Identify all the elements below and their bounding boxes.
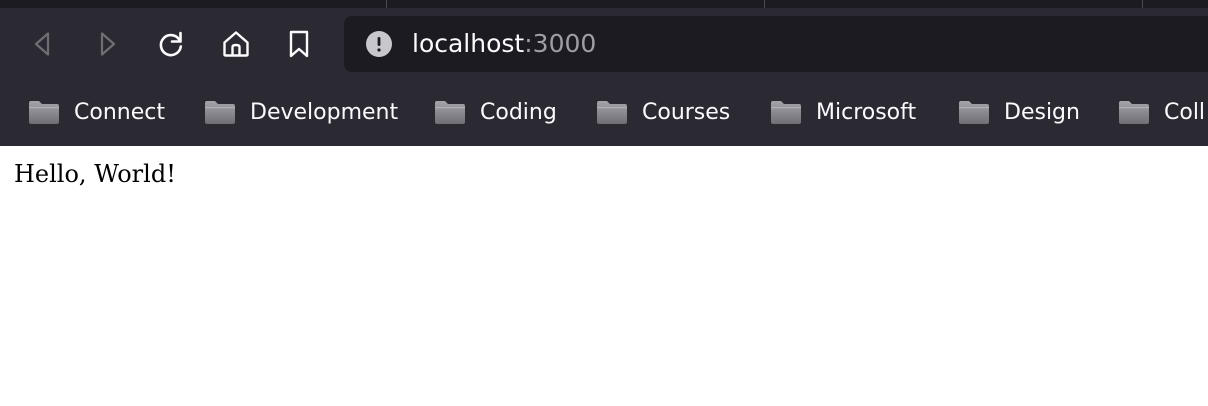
tab-separator bbox=[386, 0, 387, 8]
bookmark-label: Design bbox=[1004, 99, 1080, 125]
url-text[interactable]: localhost:3000 bbox=[412, 28, 596, 60]
forward-button[interactable] bbox=[89, 26, 125, 62]
url-port: :3000 bbox=[524, 29, 597, 58]
tab-separator bbox=[764, 0, 765, 8]
browser-window: localhost:3000 Connect Development Codin… bbox=[0, 0, 1208, 406]
home-icon bbox=[223, 31, 249, 57]
forward-icon bbox=[100, 32, 116, 56]
navigation-toolbar: localhost:3000 bbox=[0, 8, 1208, 80]
tab-separator bbox=[1142, 0, 1143, 8]
folder-icon bbox=[434, 99, 466, 125]
page-content: Hello, World! bbox=[0, 146, 1208, 406]
page-text: Hello, World! bbox=[14, 160, 176, 188]
folder-icon bbox=[770, 99, 802, 125]
home-button[interactable] bbox=[218, 26, 254, 62]
bookmark-label: Courses bbox=[642, 99, 731, 125]
bookmark-label: Development bbox=[250, 99, 399, 125]
bookmark-label: Microsoft bbox=[816, 99, 917, 125]
folder-icon bbox=[1118, 99, 1150, 125]
bookmark-label: Connect bbox=[74, 99, 165, 125]
reload-button[interactable] bbox=[153, 26, 189, 62]
bookmark-icon bbox=[289, 30, 309, 58]
url-bar[interactable]: localhost:3000 bbox=[344, 16, 1208, 72]
folder-icon bbox=[204, 99, 236, 125]
bookmark-folder-microsoft[interactable]: Microsoft bbox=[770, 96, 916, 128]
reload-icon bbox=[159, 31, 183, 57]
bookmark-folder-coding[interactable]: Coding bbox=[434, 96, 557, 128]
url-host: localhost bbox=[412, 29, 525, 58]
bookmark-label: Coll bbox=[1164, 99, 1206, 125]
bookmark-page-button[interactable] bbox=[281, 26, 317, 62]
bookmark-label: Coding bbox=[480, 99, 557, 125]
folder-icon bbox=[596, 99, 628, 125]
tab-strip bbox=[0, 0, 1208, 8]
back-button[interactable] bbox=[25, 26, 61, 62]
bookmarks-toolbar: Connect Development Coding Courses Micro… bbox=[0, 80, 1208, 146]
bookmark-folder-courses[interactable]: Courses bbox=[596, 96, 730, 128]
site-info-icon[interactable] bbox=[366, 31, 392, 57]
bookmark-folder-development[interactable]: Development bbox=[204, 96, 398, 128]
bookmark-folder-coll[interactable]: Coll bbox=[1118, 96, 1205, 128]
folder-icon bbox=[28, 99, 60, 125]
bookmark-folder-connect[interactable]: Connect bbox=[28, 96, 165, 128]
back-icon bbox=[34, 32, 50, 56]
folder-icon bbox=[958, 99, 990, 125]
bookmark-folder-design[interactable]: Design bbox=[958, 96, 1080, 128]
